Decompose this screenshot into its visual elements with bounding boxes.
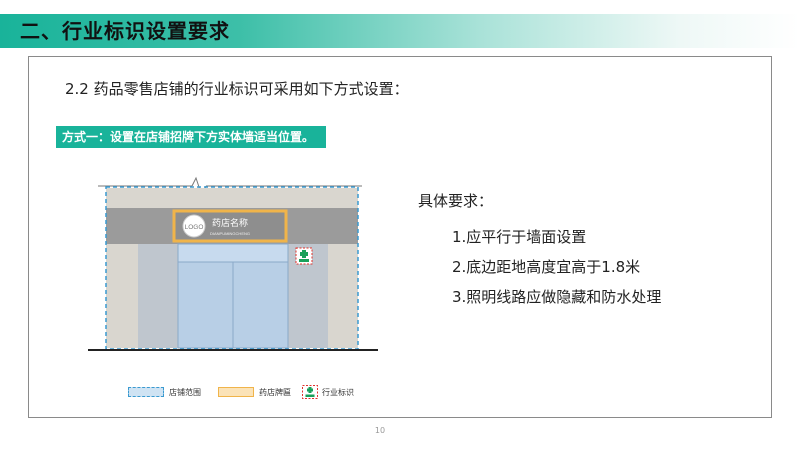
intro-text: 2.2 药品零售店铺的行业标识可采用如下方式设置： (65, 80, 409, 98)
legend-label: 药店牌匾 (259, 387, 291, 397)
logo-text: LOGO (185, 224, 204, 231)
sign-subtitle: DIANPUMINGCHENG (210, 231, 250, 236)
legend-item-mark: 行业标识 (302, 383, 354, 401)
legend-label: 行业标识 (322, 387, 354, 397)
legend-label: 店铺范围 (169, 387, 201, 397)
legend-item-sign: 药店牌匾 (218, 383, 291, 401)
requirement-item: 3.照明线路应做隐藏和防水处理 (452, 288, 662, 306)
storefront-illustration: LOGO 药店名称 DIANPUMINGCHENG (88, 176, 378, 351)
door-transom (177, 243, 289, 263)
sign-name: 药店名称 (212, 217, 248, 229)
pharmacy-mark-icon (302, 385, 318, 399)
pharmacy-cross-icon (295, 247, 313, 265)
method-banner: 方式一：设置在店铺招牌下方实体墙适当位置。 (56, 126, 327, 148)
requirement-item: 1.应平行于墙面设置 (452, 228, 587, 246)
requirement-item: 2.底边距地高度宜高于1.8米 (452, 258, 641, 276)
legend-item-range: 店铺范围 (128, 383, 201, 401)
signboard-icon (218, 387, 254, 397)
left-pillar (138, 244, 178, 348)
page-number: 10 (374, 426, 386, 435)
requirements-heading: 具体要求： (418, 192, 494, 210)
dashed-range-icon (128, 387, 164, 397)
page-title: 二、行业标识设置要求 (20, 19, 230, 43)
